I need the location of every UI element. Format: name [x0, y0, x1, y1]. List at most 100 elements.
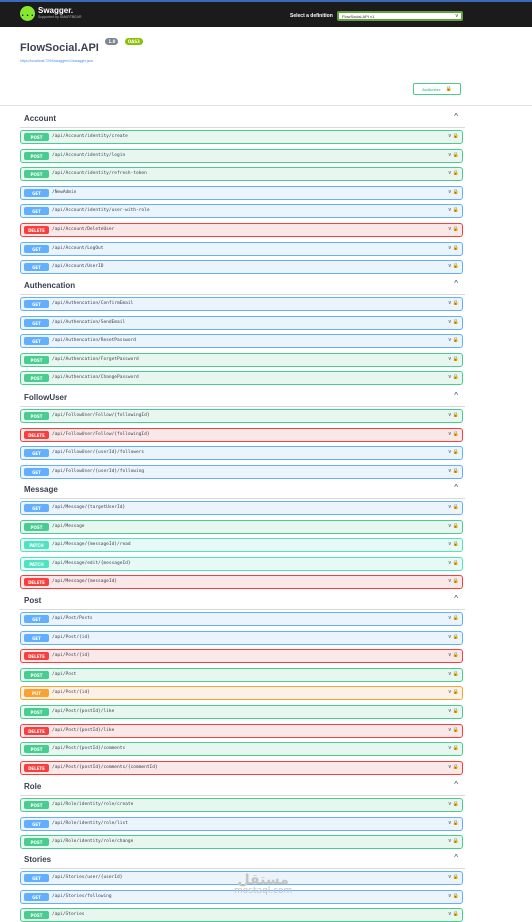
lock-icon[interactable]: 🔒 [453, 652, 459, 658]
chevron-down-icon[interactable]: v [449, 671, 452, 677]
chevron-down-icon[interactable]: v [449, 337, 452, 343]
lock-icon[interactable]: 🔒 [453, 356, 459, 362]
chevron-down-icon[interactable]: v [449, 300, 452, 306]
lock-icon[interactable]: 🔒 [453, 523, 459, 529]
operation-row[interactable]: DELETE/api/Post/{id} v 🔒 [20, 649, 463, 663]
chevron-up-icon[interactable]: ^ [454, 483, 458, 492]
chevron-down-icon[interactable]: v [449, 523, 452, 529]
chevron-down-icon[interactable]: v [449, 745, 452, 751]
operation-row[interactable]: DELETE/api/Post/{postId}/like v 🔒 [20, 724, 463, 738]
chevron-down-icon[interactable]: v [449, 504, 452, 510]
chevron-up-icon[interactable]: ^ [454, 780, 458, 789]
chevron-down-icon[interactable]: v [449, 412, 452, 418]
operation-row[interactable]: GET/NewAdmin v 🔒 [20, 186, 463, 200]
chevron-up-icon[interactable]: ^ [454, 112, 458, 121]
chevron-down-icon[interactable]: v [449, 374, 452, 380]
lock-icon[interactable]: 🔒 [453, 337, 459, 343]
operation-row[interactable]: DELETE/api/Message/{messageId} v 🔒 [20, 575, 463, 589]
lock-icon[interactable]: 🔒 [453, 708, 459, 714]
lock-icon[interactable]: 🔒 [453, 801, 459, 807]
lock-icon[interactable]: 🔒 [453, 133, 459, 139]
chevron-down-icon[interactable]: v [449, 874, 452, 880]
chevron-down-icon[interactable]: v [449, 820, 452, 826]
tag-header-account[interactable]: Account ^ [20, 110, 465, 128]
chevron-down-icon[interactable]: v [449, 689, 452, 695]
chevron-down-icon[interactable]: v [449, 838, 452, 844]
chevron-down-icon[interactable]: v [449, 263, 452, 269]
chevron-down-icon[interactable]: v [449, 634, 452, 640]
chevron-down-icon[interactable]: v [449, 801, 452, 807]
definition-select[interactable]: FlowSocial.API v1 v [337, 11, 463, 21]
swagger-logo[interactable]: {...} Swagger. Supported by SMARTBEAR [15, 6, 82, 21]
lock-icon[interactable]: 🔒 [453, 727, 459, 733]
operation-row[interactable]: PUT/api/Post/{id} v 🔒 [20, 686, 463, 700]
tag-header-authencation[interactable]: Authencation ^ [20, 277, 465, 295]
chevron-down-icon[interactable]: v [449, 764, 452, 770]
chevron-down-icon[interactable]: v [449, 449, 452, 455]
lock-icon[interactable]: 🔒 [453, 671, 459, 677]
spec-url-link[interactable]: https://localhost:7249/swagger/v1/swagge… [20, 59, 143, 63]
operation-row[interactable]: GET/api/Account/LogOut v 🔒 [20, 242, 463, 256]
lock-icon[interactable]: 🔒 [453, 170, 459, 176]
chevron-down-icon[interactable]: v [449, 319, 452, 325]
lock-icon[interactable]: 🔒 [453, 745, 459, 751]
operation-row[interactable]: GET/api/Role/identity/role/list v 🔒 [20, 817, 463, 831]
lock-icon[interactable]: 🔒 [453, 764, 459, 770]
chevron-up-icon[interactable]: ^ [454, 594, 458, 603]
chevron-down-icon[interactable]: v [449, 727, 452, 733]
operation-row[interactable]: GET/api/Post/Posts v 🔒 [20, 612, 463, 626]
operation-row[interactable]: POST/api/FollowUser/Follow/{followingId}… [20, 409, 463, 423]
operation-row[interactable]: POST/api/Account/identity/refresh-token v… [20, 167, 463, 181]
tag-header-post[interactable]: Post ^ [20, 592, 465, 610]
chevron-down-icon[interactable]: v [449, 245, 452, 251]
chevron-down-icon[interactable]: v [449, 207, 452, 213]
operation-row[interactable]: POST/api/Account/identity/login v 🔒 [20, 149, 463, 163]
lock-icon[interactable]: 🔒 [453, 893, 459, 899]
chevron-down-icon[interactable]: v [449, 226, 452, 232]
chevron-down-icon[interactable]: v [449, 133, 452, 139]
chevron-down-icon[interactable]: v [449, 152, 452, 158]
lock-icon[interactable]: 🔒 [453, 820, 459, 826]
operation-row[interactable]: PATCH/api/Message/{messageId}/read v 🔒 [20, 538, 463, 552]
lock-icon[interactable]: 🔒 [453, 838, 459, 844]
operation-row[interactable]: POST/api/Post/{postId}/like v 🔒 [20, 705, 463, 719]
lock-icon[interactable]: 🔒 [453, 615, 459, 621]
lock-icon[interactable]: 🔒 [453, 189, 459, 195]
lock-icon[interactable]: 🔒 [453, 207, 459, 213]
lock-icon[interactable]: 🔒 [453, 468, 459, 474]
operation-row[interactable]: POST/api/Authencation/ChangePassword v 🔒 [20, 371, 463, 385]
lock-icon[interactable]: 🔒 [453, 245, 459, 251]
tag-header-stories[interactable]: Stories ^ [20, 851, 465, 869]
chevron-down-icon[interactable]: v [449, 708, 452, 714]
lock-icon[interactable]: 🔒 [453, 541, 459, 547]
chevron-down-icon[interactable]: v [449, 356, 452, 362]
lock-icon[interactable]: 🔒 [453, 560, 459, 566]
chevron-down-icon[interactable]: v [449, 615, 452, 621]
lock-icon[interactable]: 🔒 [453, 911, 459, 917]
lock-icon[interactable]: 🔒 [453, 689, 459, 695]
operation-row[interactable]: GET/api/Message/{targetUserId} v 🔒 [20, 501, 463, 515]
lock-icon[interactable]: 🔒 [453, 874, 459, 880]
chevron-down-icon[interactable]: v [449, 652, 452, 658]
lock-icon[interactable]: 🔒 [453, 634, 459, 640]
operation-row[interactable]: POST/api/Role/identity/role/change v 🔒 [20, 835, 463, 849]
chevron-down-icon[interactable]: v [449, 560, 452, 566]
chevron-down-icon[interactable]: v [449, 578, 452, 584]
lock-icon[interactable]: 🔒 [453, 226, 459, 232]
lock-icon[interactable]: 🔒 [453, 319, 459, 325]
operation-row[interactable]: POST/api/Stories v 🔒 [20, 908, 463, 922]
operation-row[interactable]: DELETE/api/FollowUser/Follow/{followingI… [20, 428, 463, 442]
lock-icon[interactable]: 🔒 [453, 431, 459, 437]
chevron-down-icon[interactable]: v [449, 170, 452, 176]
chevron-up-icon[interactable]: ^ [454, 279, 458, 288]
chevron-down-icon[interactable]: v [449, 893, 452, 899]
lock-icon[interactable]: 🔒 [453, 152, 459, 158]
chevron-up-icon[interactable]: ^ [454, 853, 458, 862]
operation-row[interactable]: POST/api/Authencation/ForgetPassword v 🔒 [20, 353, 463, 367]
operation-row[interactable]: GET/api/Authencation/ConfirmEmail v 🔒 [20, 297, 463, 311]
operation-row[interactable]: PATCH/api/Message/edit/{messageId} v 🔒 [20, 557, 463, 571]
lock-icon[interactable]: 🔒 [453, 374, 459, 380]
lock-icon[interactable]: 🔒 [453, 263, 459, 269]
chevron-down-icon[interactable]: v [449, 541, 452, 547]
operation-row[interactable]: GET/api/FollowUser/{userId}/followers v 🔒 [20, 446, 463, 460]
